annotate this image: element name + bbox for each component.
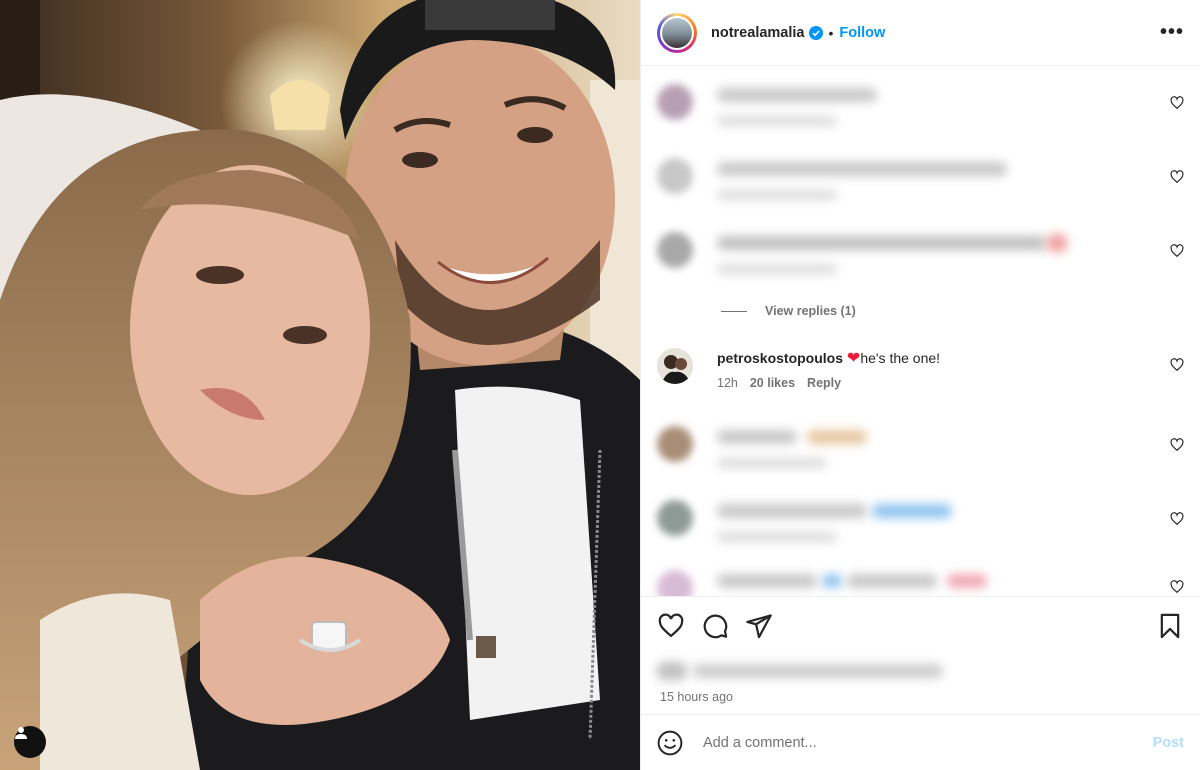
comment-input[interactable] [701, 733, 1153, 752]
author-username[interactable]: notrealamalia [711, 25, 805, 41]
comment-item-featured: petroskostopoulos ❤he's the one! 12h 20 … [657, 348, 1184, 408]
like-comment-icon[interactable] [1170, 170, 1184, 184]
comment-emoji [822, 574, 842, 588]
like-comment-icon[interactable] [1170, 512, 1184, 526]
comment-item [657, 154, 1184, 214]
commenter-username[interactable]: petroskostopoulos [717, 350, 843, 366]
comment-meta [717, 116, 837, 126]
commenter-avatar[interactable] [657, 500, 693, 536]
like-comment-icon[interactable] [1170, 244, 1184, 258]
like-comment-icon[interactable] [1170, 358, 1184, 372]
comment-icon[interactable] [701, 612, 729, 640]
post-details-panel: notrealamalia • Follow ••• View replies … [640, 0, 1200, 770]
comment-text: he's the one! [860, 350, 941, 366]
like-comment-icon[interactable] [1170, 96, 1184, 110]
comment-meta [717, 458, 827, 468]
separator-dot: • [828, 24, 834, 41]
like-comment-icon[interactable] [1170, 438, 1184, 452]
red-heart-icon: ❤ [846, 350, 861, 367]
comment-line: petroskostopoulos ❤he's the one! [717, 348, 940, 368]
post-actions [641, 596, 1200, 654]
commenter-avatar[interactable] [657, 348, 693, 384]
emoji-icon[interactable] [657, 730, 683, 756]
commenter-avatar[interactable] [657, 84, 693, 120]
comment-item [657, 80, 1184, 140]
comments-list[interactable]: View replies (1) petroskostopoulos ❤he's… [641, 66, 1200, 596]
comment-text [717, 504, 867, 518]
comment-likes[interactable]: 20 likes [750, 376, 795, 390]
commenter-avatar[interactable] [657, 570, 693, 596]
comment-emoji [1047, 234, 1067, 252]
like-comment-icon[interactable] [1170, 580, 1184, 594]
replies-divider [721, 310, 747, 312]
post-comment-button[interactable]: Post [1153, 735, 1184, 751]
commenter-avatar[interactable] [657, 232, 693, 268]
view-replies-button[interactable]: View replies (1) [721, 304, 856, 318]
comment-meta [717, 190, 837, 200]
comment-text [717, 574, 817, 588]
comment-mention [872, 504, 952, 518]
photo-illustration [0, 0, 640, 770]
more-options-icon[interactable]: ••• [1160, 21, 1184, 44]
comment-text [717, 162, 1007, 176]
comment-text [717, 88, 877, 102]
comment-meta [717, 264, 837, 274]
comment-item [657, 422, 1184, 482]
commenter-avatar[interactable] [657, 158, 693, 194]
heart-icon[interactable] [657, 612, 685, 640]
comment-item [657, 496, 1184, 556]
follow-button[interactable]: Follow [839, 25, 885, 41]
comment-emoji [807, 430, 867, 444]
post-timestamp[interactable]: 15 hours ago [641, 688, 1200, 714]
liked-by-text [693, 664, 943, 678]
comment-time: 12h [717, 376, 738, 390]
post-header: notrealamalia • Follow ••• [641, 0, 1200, 66]
likes-summary[interactable] [641, 654, 1200, 688]
post-photo[interactable] [0, 0, 640, 770]
comment-text [717, 236, 1047, 250]
comment-item [657, 566, 1184, 596]
liker-avatars [657, 662, 687, 680]
author-avatar[interactable] [657, 12, 697, 53]
comment-composer: Post [641, 714, 1200, 770]
view-replies-label: View replies (1) [765, 304, 856, 318]
post-modal: notrealamalia • Follow ••• View replies … [0, 0, 1200, 770]
reply-button[interactable]: Reply [807, 376, 841, 390]
share-icon[interactable] [745, 612, 773, 640]
bookmark-icon[interactable] [1156, 612, 1184, 640]
user-tag-button[interactable] [14, 726, 46, 758]
comment-item [657, 228, 1184, 288]
user-tag-icon [15, 727, 27, 739]
comment-text [717, 430, 797, 444]
comment-meta [717, 532, 837, 542]
comment-emoji [947, 574, 987, 588]
commenter-avatar[interactable] [657, 426, 693, 462]
comment-text [847, 574, 937, 588]
comment-meta: 12h 20 likes Reply [717, 376, 841, 390]
verified-badge-icon [808, 25, 823, 40]
